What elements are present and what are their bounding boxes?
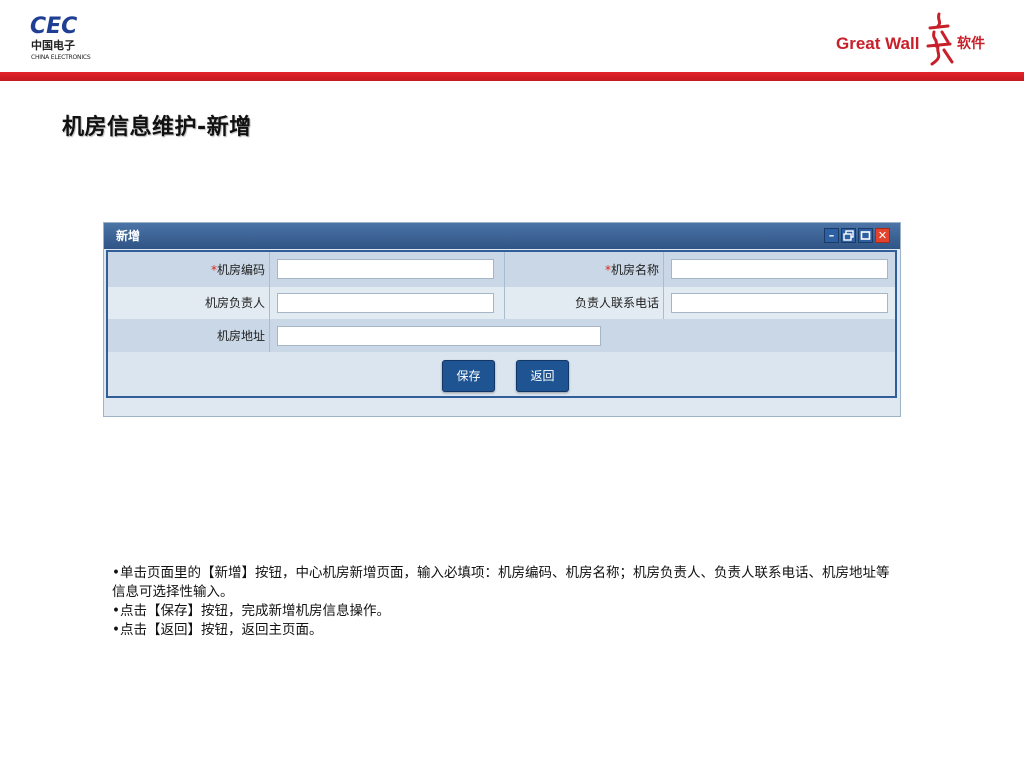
instruction-notes: •单击页面里的【新增】按钮，中心机房新增页面，输入必填项：机房编码、机房名称；机… [112,564,902,640]
dialog-titlebar[interactable]: 新增 – ✕ [104,223,900,249]
save-button[interactable]: 保存 [442,360,495,392]
note-item: •单击页面里的【新增】按钮，中心机房新增页面，输入必填项：机房编码、机房名称；机… [112,565,890,600]
field-label-text: 机房名称 [610,263,659,277]
close-icon[interactable]: ✕ [875,228,890,243]
form-row: 机房负责人 负责人联系电话 [108,287,895,319]
great-wall-logo: Great Wall 软件 [836,12,1006,67]
field-label-text: 机房编码 [216,263,265,277]
cec-logo: CEC 中国电子 CHINA ELECTRONICS [30,16,102,66]
room-manager-input[interactable] [277,293,494,313]
room-address-input[interactable] [277,326,601,346]
form-row: 机房地址 [108,319,895,352]
add-form: *机房编码 *机房名称 机房负责人 负责人联系电话 机房地址 保存 返回 [106,250,897,398]
dialog-title: 新增 [116,229,141,243]
header-red-bar [0,72,1024,81]
great-wall-logo-word: Great Wall [836,34,920,53]
add-dialog: 新增 – ✕ *机房编码 *机房名称 机房负责人 负责人联系电话 机房地址 保存… [103,222,901,417]
divider [269,252,270,287]
divider [269,287,270,319]
cec-logo-cn: 中国电子 [31,39,75,52]
note-item: •点击【保存】按钮，完成新增机房信息操作。 [112,603,390,619]
field-label-room-code: *机房编码 [108,263,265,277]
cec-logo-word: CEC [30,14,78,39]
divider [663,287,664,319]
form-actions: 保存 返回 [108,352,895,396]
minimize-icon[interactable]: – [824,228,839,243]
field-label-room-manager: 机房负责人 [204,296,265,310]
field-label-manager-phone: 负责人联系电话 [574,296,659,310]
divider [269,319,270,352]
page-title: 机房信息维护-新增 [62,115,252,140]
restore-icon[interactable] [841,228,856,243]
back-button[interactable]: 返回 [516,360,569,392]
great-wall-calligraphy-icon [926,12,954,66]
window-buttons: – ✕ [824,228,890,243]
divider [663,252,664,287]
field-label-room-address: 机房地址 [216,329,265,343]
field-label-room-name: *机房名称 [504,263,659,277]
maximize-icon[interactable] [858,228,873,243]
cec-logo-en: CHINA ELECTRONICS [31,54,91,61]
room-code-input[interactable] [277,259,494,279]
note-item: •点击【返回】按钮，返回主页面。 [112,622,323,638]
room-name-input[interactable] [671,259,888,279]
form-row: *机房编码 *机房名称 [108,252,895,287]
manager-phone-input[interactable] [671,293,888,313]
great-wall-logo-cn: 软件 [957,36,985,52]
